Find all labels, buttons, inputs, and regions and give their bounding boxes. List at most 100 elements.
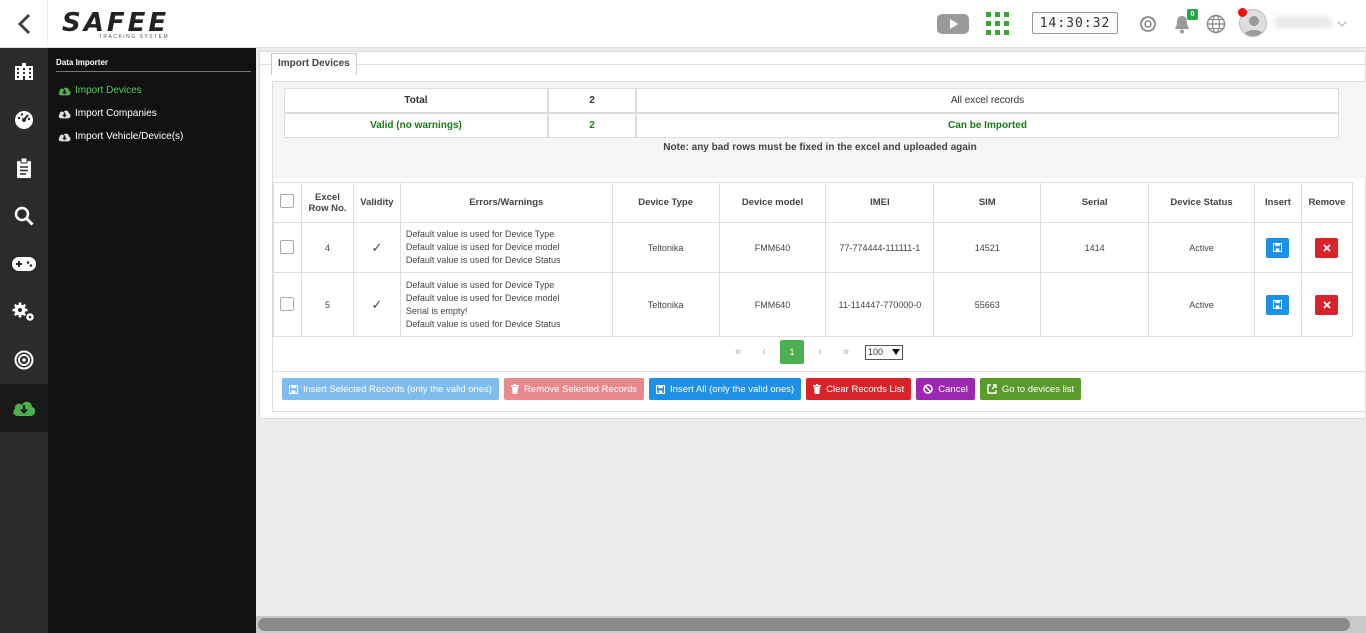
grid-icon bbox=[986, 12, 1009, 35]
pager-prev[interactable]: ‹ bbox=[751, 346, 777, 358]
row-sim: 14521 bbox=[933, 222, 1042, 273]
summary-section: Total 2 All excel records Valid (no warn… bbox=[273, 82, 1366, 178]
insert-all-button[interactable]: Insert All (only the valid ones) bbox=[649, 378, 802, 400]
insert-selected-button[interactable]: Insert Selected Records (only the valid … bbox=[282, 378, 500, 400]
row-device-type: Teltonika bbox=[611, 272, 720, 337]
note-text: Note: any bad rows must be fixed in the … bbox=[663, 142, 977, 153]
row-checkbox[interactable] bbox=[280, 296, 295, 311]
trash-icon bbox=[511, 384, 520, 394]
rail-item-settings[interactable] bbox=[0, 288, 48, 336]
main-content: Import Devices Total 2 All excel records… bbox=[256, 48, 1366, 633]
go-to-devices-button[interactable]: Go to devices list bbox=[979, 378, 1082, 400]
back-button[interactable] bbox=[0, 0, 48, 48]
row-no: 4 bbox=[300, 222, 354, 273]
save-icon bbox=[656, 384, 666, 394]
panel-divider bbox=[260, 64, 1366, 65]
select-all-checkbox[interactable] bbox=[280, 194, 295, 208]
save-icon bbox=[289, 384, 298, 394]
row-validity-check: ✓ bbox=[352, 272, 401, 337]
horizontal-scrollbar[interactable] bbox=[256, 616, 1366, 633]
row-errors: Default value is used for Device Type De… bbox=[399, 272, 613, 337]
gears-icon bbox=[12, 302, 34, 321]
side-menu-item-import-devices[interactable]: Import Devices bbox=[48, 79, 256, 102]
language-button[interactable] bbox=[1205, 12, 1227, 36]
save-icon bbox=[1273, 300, 1283, 309]
target-icon bbox=[14, 350, 34, 370]
row-remove-button[interactable] bbox=[1315, 237, 1339, 258]
row-insert-button[interactable] bbox=[1266, 237, 1290, 258]
page-size-select[interactable]: 100 bbox=[865, 344, 903, 360]
row-device-model: FMM640 bbox=[718, 272, 827, 337]
row-checkbox[interactable] bbox=[280, 239, 295, 254]
rail-item-devices[interactable] bbox=[0, 240, 48, 288]
notification-badge: 0 bbox=[1187, 9, 1198, 20]
summary-valid-desc: Can be Imported bbox=[636, 113, 1339, 138]
summary-total-count: 2 bbox=[548, 88, 636, 113]
header-device-model: Device model bbox=[718, 182, 827, 223]
table-row: 4 ✓ Default value is used for Device Typ… bbox=[273, 222, 1354, 273]
remove-selected-button[interactable]: Remove Selected Records bbox=[504, 378, 645, 400]
action-buttons: Insert Selected Records (only the valid … bbox=[282, 378, 1082, 400]
summary-total-label: Total bbox=[284, 88, 548, 113]
cloud-download-icon bbox=[58, 133, 71, 141]
row-device-type: Teltonika bbox=[611, 222, 720, 273]
row-validity-check: ✓ bbox=[352, 222, 401, 273]
chevron-down-icon bbox=[1337, 21, 1347, 28]
rail-item-search[interactable] bbox=[0, 192, 48, 240]
pager-next[interactable]: › bbox=[807, 346, 833, 358]
logo[interactable]: SAFEE TRACKING SYSTEM bbox=[62, 10, 169, 42]
tab-import-devices[interactable]: Import Devices bbox=[271, 53, 357, 75]
pager-current-page[interactable]: 1 bbox=[780, 340, 804, 364]
pager-first[interactable]: « bbox=[725, 346, 751, 358]
rail-item-dashboard[interactable] bbox=[0, 96, 48, 144]
row-insert-cell bbox=[1253, 222, 1302, 273]
row-insert-button[interactable] bbox=[1266, 294, 1290, 315]
globe-icon bbox=[1206, 14, 1226, 34]
rail-item-data-importer[interactable] bbox=[0, 384, 48, 432]
chevron-left-icon bbox=[17, 13, 30, 35]
side-menu-item-label: Import Devices bbox=[75, 85, 142, 96]
rail-item-tracking[interactable] bbox=[0, 336, 48, 384]
apps-grid-button[interactable] bbox=[985, 12, 1011, 36]
clear-records-button[interactable]: Clear Records List bbox=[806, 378, 912, 400]
support-button[interactable] bbox=[1137, 12, 1159, 36]
side-menu-item-label: Import Vehicle/Device(s) bbox=[75, 131, 184, 142]
header-device-status: Device Status bbox=[1148, 182, 1255, 223]
side-menu-item-import-vehicle-devices[interactable]: Import Vehicle/Device(s) bbox=[48, 125, 256, 148]
save-icon bbox=[1273, 243, 1283, 252]
row-select-cell bbox=[273, 272, 302, 337]
table-header-row: Excel Row No. Validity Errors/Warnings De… bbox=[273, 182, 1354, 223]
summary-valid-label: Valid (no warnings) bbox=[284, 113, 548, 138]
icon-rail bbox=[0, 48, 48, 633]
dashboard-icon bbox=[15, 111, 33, 129]
youtube-button[interactable] bbox=[936, 12, 970, 36]
clear-records-label: Clear Records List bbox=[826, 383, 905, 395]
error-line: Serial is empty! bbox=[405, 305, 468, 316]
row-serial: 1414 bbox=[1040, 222, 1150, 273]
rail-item-reports[interactable] bbox=[0, 144, 48, 192]
cancel-button[interactable]: Cancel bbox=[916, 378, 975, 400]
row-device-model: FMM640 bbox=[718, 222, 827, 273]
insert-selected-label: Insert Selected Records (only the valid … bbox=[303, 383, 493, 395]
user-menu-toggle[interactable] bbox=[1336, 12, 1348, 36]
scrollbar-thumb[interactable] bbox=[258, 618, 1350, 631]
clock-display: 14:30:32 bbox=[1032, 12, 1118, 34]
row-select-cell bbox=[273, 222, 302, 273]
header-validity: Validity bbox=[352, 182, 401, 223]
row-remove-cell bbox=[1300, 272, 1354, 337]
cloud-download-icon bbox=[13, 401, 36, 416]
top-bar: SAFEE TRACKING SYSTEM 14:30:32 0 bbox=[0, 0, 1366, 48]
pager-last[interactable]: » bbox=[833, 346, 859, 358]
username-label[interactable] bbox=[1274, 16, 1332, 28]
row-remove-button[interactable] bbox=[1315, 294, 1339, 315]
row-remove-cell bbox=[1300, 222, 1354, 273]
page-size-value: 100 bbox=[868, 347, 884, 357]
rail-item-companies[interactable] bbox=[0, 48, 48, 96]
header-sim: SIM bbox=[933, 182, 1042, 223]
row-device-status: Active bbox=[1148, 272, 1255, 337]
records-table: Excel Row No. Validity Errors/Warnings De… bbox=[273, 182, 1354, 337]
error-line: Default value is used for Device Type bbox=[405, 279, 555, 290]
trash-icon bbox=[813, 384, 822, 394]
building-icon bbox=[15, 63, 33, 80]
side-menu-item-import-companies[interactable]: Import Companies bbox=[48, 102, 256, 125]
